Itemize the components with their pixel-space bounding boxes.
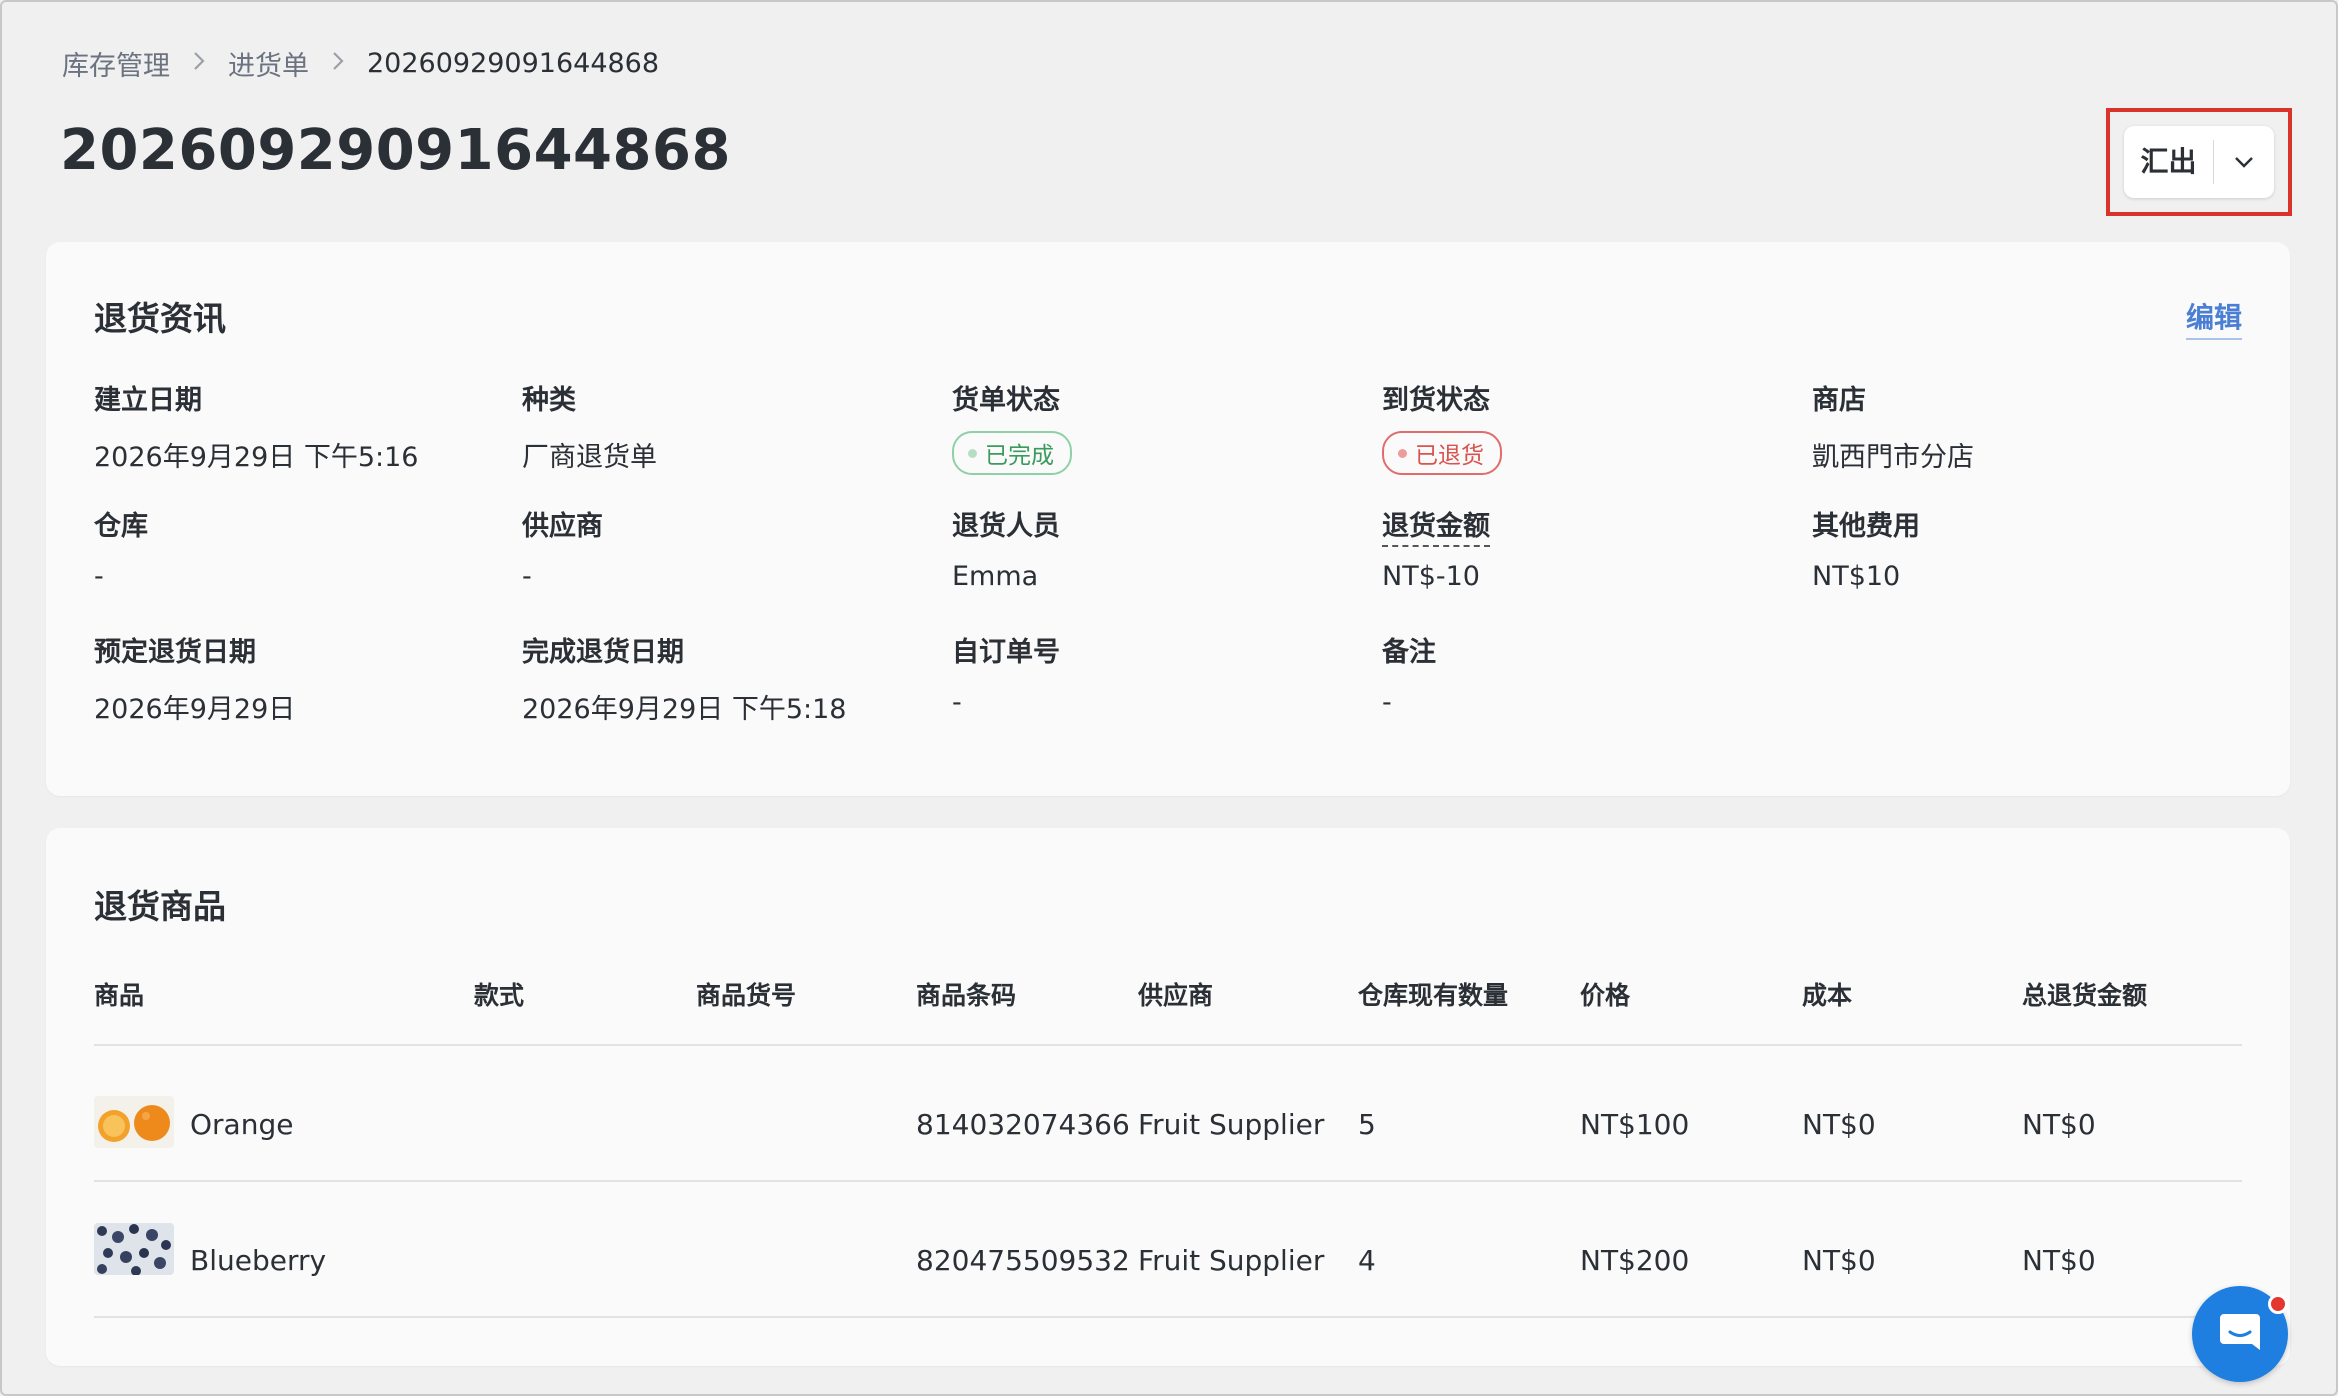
- field-supplier: 供应商 -: [522, 504, 603, 592]
- status-dot-icon: [968, 448, 977, 458]
- return-items-title: 退货商品: [94, 887, 226, 926]
- field-label: 其他费用: [1812, 511, 1920, 542]
- chevron-right-icon: [331, 49, 345, 79]
- return-info-title: 退货资讯: [94, 299, 226, 338]
- cell-supplier: Fruit Supplier: [1138, 1108, 1325, 1141]
- cell-supplier: Fruit Supplier: [1138, 1244, 1325, 1277]
- field-label: 完成退货日期: [522, 637, 684, 668]
- field-type: 种类 厂商退货单: [522, 378, 657, 474]
- field-completed-date: 完成退货日期 2026年9月29日 下午5:18: [522, 630, 846, 726]
- breadcrumb: 库存管理 进货单 20260929091644868: [62, 44, 659, 83]
- field-value: 2026年9月29日: [94, 694, 296, 725]
- column-header-price: 价格: [1580, 981, 1631, 1010]
- chat-bubble-icon: [2216, 1310, 2264, 1358]
- field-value: NT$10: [1812, 561, 1901, 592]
- cell-barcode: 814032074366: [916, 1108, 1130, 1141]
- field-scheduled-date: 预定退货日期 2026年9月29日: [94, 630, 295, 726]
- field-value: -: [94, 561, 104, 592]
- table-row-divider: [94, 1180, 2242, 1182]
- cell-cost: NT$0: [1802, 1108, 1876, 1141]
- field-label: 建立日期: [94, 385, 202, 416]
- cell-barcode: 820475509532: [916, 1244, 1130, 1277]
- column-header-cost: 成本: [1802, 981, 1853, 1010]
- page-title: 20260929091644868: [60, 118, 731, 183]
- chevron-right-icon: [192, 49, 206, 79]
- export-button[interactable]: 汇出: [2124, 126, 2274, 198]
- field-value: -: [1382, 687, 1392, 718]
- cell-stock: 5: [1358, 1108, 1376, 1141]
- field-label: 自订单号: [952, 637, 1060, 668]
- column-header-sku: 商品货号: [696, 981, 797, 1010]
- field-notes: 备注 -: [1382, 630, 1436, 718]
- field-label: 退货人员: [952, 511, 1060, 542]
- field-value: 2026年9月29日 下午5:16: [94, 442, 419, 473]
- field-value: -: [522, 561, 532, 592]
- field-arrival-status: 到货状态 已退货: [1382, 378, 1502, 475]
- field-other-fees: 其他费用 NT$10: [1812, 504, 1920, 592]
- notification-dot-icon: [2268, 1294, 2288, 1314]
- field-staff: 退货人员 Emma: [952, 504, 1060, 592]
- field-value: 厂商退货单: [522, 442, 657, 473]
- export-button-label[interactable]: 汇出: [2124, 140, 2214, 184]
- field-label: 备注: [1382, 637, 1436, 668]
- product-name[interactable]: Orange: [190, 1108, 293, 1141]
- cell-price: NT$100: [1580, 1108, 1690, 1141]
- product-name[interactable]: Blueberry: [190, 1244, 326, 1277]
- breadcrumb-current: 20260929091644868: [367, 48, 660, 79]
- field-created-date: 建立日期 2026年9月29日 下午5:16: [94, 378, 418, 474]
- column-header-product: 商品: [94, 981, 145, 1010]
- status-badge-completed: 已完成: [952, 431, 1072, 475]
- column-header-supplier: 供应商: [1138, 981, 1214, 1010]
- breadcrumb-inventory[interactable]: 库存管理: [62, 44, 170, 83]
- cell-price: NT$200: [1580, 1244, 1690, 1277]
- cell-stock: 4: [1358, 1244, 1376, 1277]
- return-items-card: 退货商品 商品 款式 商品货号 商品条码 供应商 仓库现有数量 价格 成本 总退…: [46, 828, 2290, 1366]
- table-row-divider: [94, 1316, 2242, 1318]
- cell-cost: NT$0: [1802, 1244, 1876, 1277]
- return-info-card: 退货资讯 编辑 建立日期 2026年9月29日 下午5:16 种类 厂商退货单 …: [46, 242, 2290, 796]
- cell-total: NT$0: [2022, 1108, 2096, 1141]
- field-value: 凱西門市分店: [1812, 442, 1974, 473]
- orange-thumbnail: [94, 1096, 174, 1148]
- column-header-barcode: 商品条码: [916, 981, 1017, 1010]
- status-badge-returned: 已退货: [1382, 431, 1502, 475]
- cell-total: NT$0: [2022, 1244, 2096, 1277]
- column-header-total: 总退货金额: [2022, 981, 2148, 1010]
- field-value: -: [952, 687, 962, 718]
- field-warehouse: 仓库 -: [94, 504, 148, 592]
- field-value: 2026年9月29日 下午5:18: [522, 694, 847, 725]
- field-value: NT$-10: [1382, 561, 1480, 592]
- field-label: 预定退货日期: [94, 637, 256, 668]
- field-label: 种类: [522, 385, 576, 416]
- field-custom-order-no: 自订单号 -: [952, 630, 1060, 718]
- field-value: Emma: [952, 561, 1039, 592]
- status-badge-text: 已完成: [985, 443, 1054, 469]
- field-label: 仓库: [94, 511, 148, 542]
- chevron-down-icon[interactable]: [2214, 155, 2274, 169]
- status-dot-icon: [1398, 448, 1407, 458]
- table-header-divider: [94, 1044, 2242, 1046]
- field-label: 货单状态: [952, 385, 1060, 416]
- field-store: 商店 凱西門市分店: [1812, 378, 1974, 474]
- field-return-amount: 退货金额 NT$-10: [1382, 504, 1490, 592]
- field-label: 到货状态: [1382, 385, 1490, 416]
- status-badge-text: 已退货: [1415, 443, 1484, 469]
- edit-link[interactable]: 编辑: [2185, 296, 2242, 340]
- field-label: 商店: [1812, 385, 1866, 416]
- field-order-status: 货单状态 已完成: [952, 378, 1072, 475]
- blueberry-thumbnail: [94, 1223, 174, 1275]
- column-header-variant: 款式: [474, 981, 525, 1010]
- breadcrumb-purchase-orders[interactable]: 进货单: [228, 44, 309, 83]
- column-header-stock: 仓库现有数量: [1358, 981, 1509, 1010]
- field-label-tooltip[interactable]: 退货金额: [1382, 504, 1490, 547]
- field-label: 供应商: [522, 511, 603, 542]
